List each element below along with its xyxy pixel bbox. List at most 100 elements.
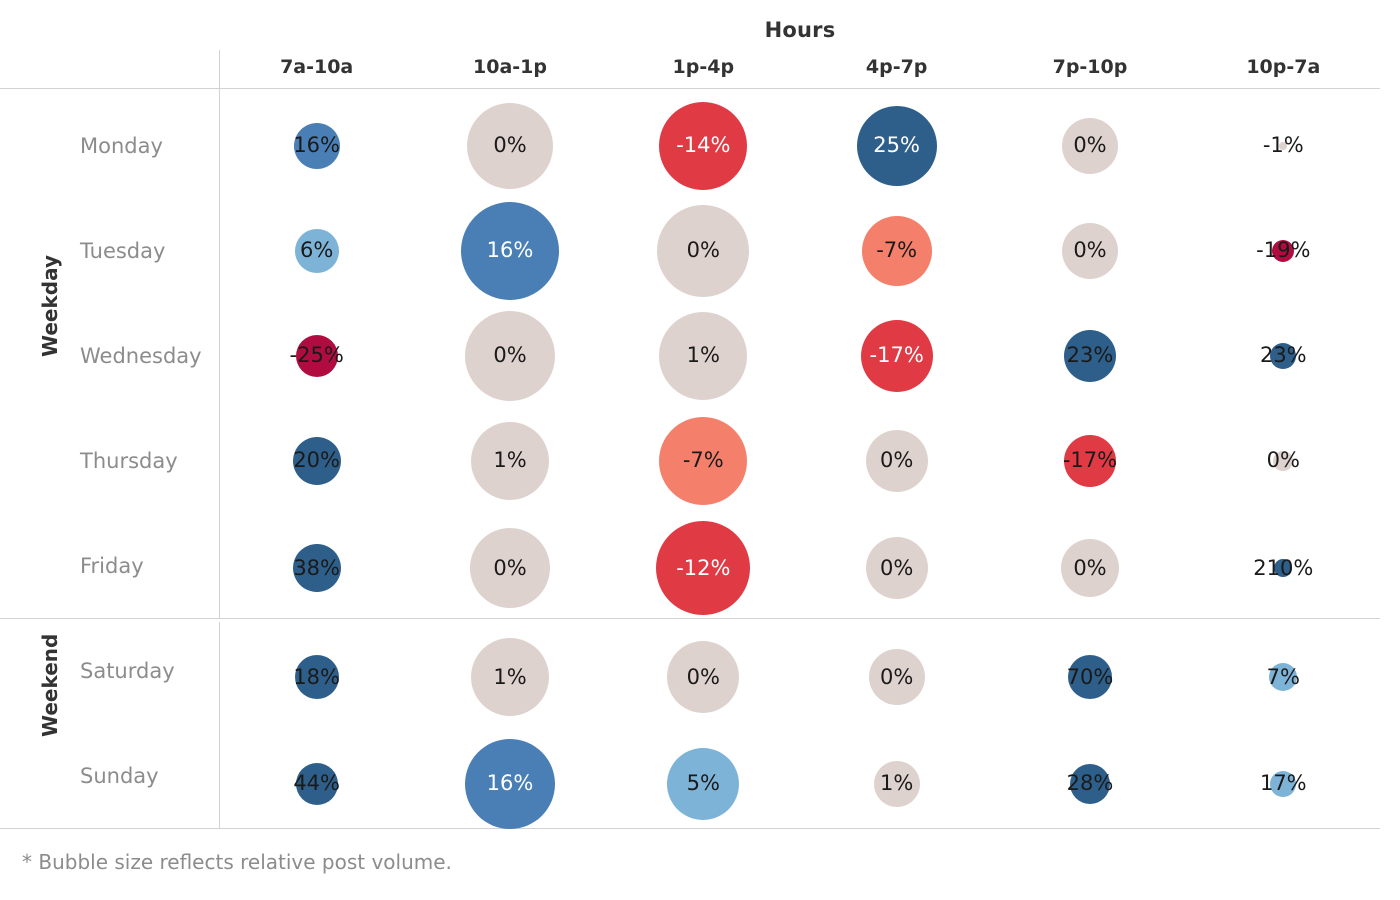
bubble-value-label: 7%: [1266, 664, 1300, 689]
bubble-value-label: 38%: [293, 555, 340, 580]
row-label-monday: Monday: [80, 133, 163, 158]
bubble-cell[interactable]: 0%: [607, 623, 800, 731]
bubble-value-label: 0%: [493, 555, 527, 580]
bubble-value-label: 0%: [686, 238, 720, 262]
column-header-10p-7a: 10p-7a: [1246, 56, 1321, 78]
bubble-cell[interactable]: 23%: [993, 303, 1186, 408]
bubble-grid-body: 16% 0% -14% 25% 0% -1% 6% 16% 0% -7% 0% -19% -25% 0% 1…: [220, 93, 1380, 836]
bubble-value-label: -1%: [1262, 133, 1304, 157]
bubble-value-label: 0%: [879, 664, 914, 689]
row-label-thursday: Thursday: [80, 448, 178, 473]
bubble-row-tuesday: 6% 16% 0% -7% 0% -19%: [220, 198, 1380, 303]
bubble-cell[interactable]: 18%: [220, 623, 413, 731]
column-header-7a-10a: 7a-10a: [280, 56, 354, 78]
bubble-cell[interactable]: 5%: [607, 731, 800, 836]
bubble-cell[interactable]: -7%: [800, 198, 993, 303]
bubble-row-monday: 16% 0% -14% 25% 0% -1%: [220, 93, 1380, 198]
bubble-cell[interactable]: 0%: [413, 93, 606, 198]
bubble-cell[interactable]: 1%: [607, 303, 800, 408]
bubble-cell[interactable]: 38%: [220, 513, 413, 623]
bubble-value-label: 20%: [293, 448, 340, 472]
bubble-value-label: 0%: [1073, 555, 1107, 580]
bubble-cell[interactable]: -1%: [1187, 93, 1380, 198]
bubble-cell[interactable]: -7%: [607, 408, 800, 513]
hours-axis-title: Hours: [764, 18, 836, 42]
bubble-value-label: 5%: [686, 771, 720, 795]
bubble-value-label: -19%: [1256, 238, 1311, 262]
bubble-value-label: -17%: [1062, 448, 1118, 472]
bubble-value-label: -7%: [876, 238, 918, 262]
bubble-value-label: 1%: [879, 771, 914, 795]
row-label-column: Monday Tuesday Wednesday Thursday Friday Satu…: [0, 93, 219, 828]
bubble-cell[interactable]: 0%: [1187, 408, 1380, 513]
bubble-cell[interactable]: 1%: [800, 731, 993, 836]
bubble-value-label: -14%: [676, 133, 731, 157]
bubble-cell[interactable]: 44%: [220, 731, 413, 836]
bubble-cell[interactable]: 0%: [413, 303, 606, 408]
bubble-cell[interactable]: 16%: [413, 731, 606, 836]
row-label-tuesday: Tuesday: [80, 238, 166, 263]
row-label-saturday: Saturday: [80, 658, 175, 683]
bubble-value-label: 6%: [300, 238, 334, 262]
bubble-grid-chart: Hours 7a-10a 10a-1p 1p-4p 4p-7p 7p-10p 10p-7a…: [0, 0, 1400, 900]
bubble-value-label: 70%: [1066, 664, 1114, 689]
bubble-cell[interactable]: 28%: [993, 731, 1186, 836]
bubble-cell[interactable]: -17%: [800, 303, 993, 408]
bubble-cell[interactable]: 70%: [993, 623, 1186, 731]
bubble-value-label: -7%: [682, 448, 724, 472]
bubble-value-label: 18%: [293, 664, 340, 689]
bubble-cell[interactable]: 0%: [800, 623, 993, 731]
bubble-value-label: -12%: [676, 555, 731, 580]
bubble-cell[interactable]: 210%: [1187, 513, 1380, 623]
column-header-7p-10p: 7p-10p: [1052, 56, 1128, 78]
bubble-cell[interactable]: 25%: [800, 93, 993, 198]
bubble-cell[interactable]: -17%: [993, 408, 1186, 513]
row-label-sunday: Sunday: [80, 763, 159, 788]
bubble-value-label: 0%: [1073, 238, 1107, 262]
bubble-cell[interactable]: 6%: [220, 198, 413, 303]
footnote: * Bubble size reflects relative post vol…: [22, 850, 452, 874]
bubble-value-label: -25%: [289, 343, 344, 367]
bubble-value-label: 16%: [486, 771, 534, 795]
bubble-cell[interactable]: -14%: [607, 93, 800, 198]
bubble-cell[interactable]: 0%: [993, 93, 1186, 198]
bubble-row-thursday: 20% 1% -7% 0% -17% 0%: [220, 408, 1380, 513]
bubble-cell[interactable]: 0%: [800, 513, 993, 623]
bubble-value-label: 16%: [293, 133, 340, 157]
bubble-cell[interactable]: 7%: [1187, 623, 1380, 731]
bubble-row-sunday: 44% 16% 5% 1% 28% 17%: [220, 731, 1380, 836]
bubble-value-label: 0%: [879, 448, 914, 472]
bubble-cell[interactable]: 1%: [413, 623, 606, 731]
bubble-cell[interactable]: -12%: [607, 513, 800, 623]
bubble-cell[interactable]: 17%: [1187, 731, 1380, 836]
row-label-wednesday: Wednesday: [80, 343, 202, 368]
bubble-cell[interactable]: 16%: [413, 198, 606, 303]
bubble-cell[interactable]: 1%: [413, 408, 606, 513]
bubble-value-label: 1%: [686, 343, 720, 367]
bubble-row-saturday: 18% 1% 0% 0% 70% 7%: [220, 623, 1380, 731]
bubble-cell[interactable]: 16%: [220, 93, 413, 198]
bubble-value-label: 0%: [686, 664, 720, 689]
bubble-cell[interactable]: -25%: [220, 303, 413, 408]
column-header-1p-4p: 1p-4p: [672, 56, 735, 78]
bubble-row-friday: 38% 0% -12% 0% 0% 210%: [220, 513, 1380, 623]
bubble-value-label: 16%: [486, 238, 534, 262]
bubble-cell[interactable]: 0%: [607, 198, 800, 303]
bubble-value-label: 23%: [1259, 343, 1307, 367]
bubble-value-label: 44%: [293, 771, 340, 795]
header-separator-line: [0, 88, 1380, 89]
bubble-value-label: 210%: [1253, 555, 1314, 580]
bubble-value-label: 1%: [493, 448, 527, 472]
bubble-value-label: 23%: [1066, 343, 1114, 367]
bubble-cell[interactable]: -19%: [1187, 198, 1380, 303]
bubble-value-label: -17%: [869, 343, 924, 367]
bubble-cell[interactable]: 0%: [993, 513, 1186, 623]
bubble-cell[interactable]: 20%: [220, 408, 413, 513]
bubble-value-label: 25%: [873, 133, 920, 157]
bubble-cell[interactable]: 0%: [413, 513, 606, 623]
bubble-cell[interactable]: 0%: [993, 198, 1186, 303]
column-header-4p-7p: 4p-7p: [865, 56, 928, 78]
row-label-friday: Friday: [80, 553, 144, 578]
bubble-cell[interactable]: 0%: [800, 408, 993, 513]
bubble-cell[interactable]: 23%: [1187, 303, 1380, 408]
